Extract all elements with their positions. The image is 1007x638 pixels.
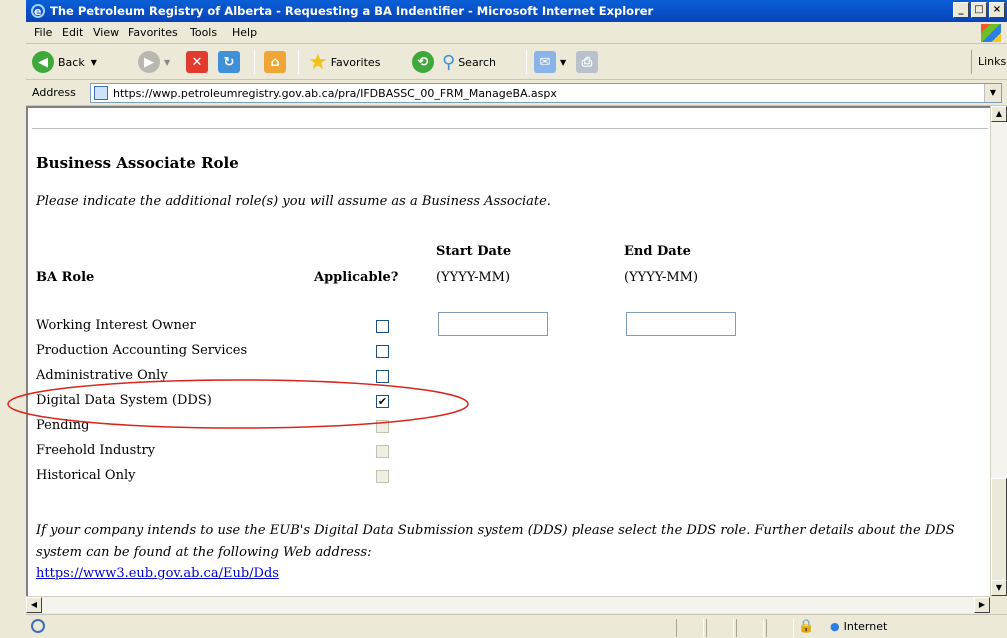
role-label-working-interest-owner: Working Interest Owner	[36, 318, 196, 333]
role-checkbox-historical-only	[376, 470, 389, 483]
address-label: Address	[32, 86, 76, 99]
mail-button[interactable]: ✉ ▼	[534, 50, 566, 74]
page-status-icon	[30, 618, 46, 634]
menu-tools[interactable]: Tools	[190, 26, 217, 39]
start-date-input[interactable]	[438, 312, 548, 336]
refresh-button[interactable]: ↻	[218, 50, 244, 74]
history-button[interactable]: ⟲	[412, 50, 438, 74]
back-label: Back	[58, 55, 85, 69]
role-label-administrative-only: Administrative Only	[36, 368, 168, 383]
address-input[interactable]: https://wwp.petroleumregistry.gov.ab.ca/…	[90, 83, 1002, 103]
favorites-button[interactable]: ★ Favorites	[308, 49, 381, 75]
print-button[interactable]: ⎙	[576, 50, 602, 74]
address-dropdown-icon[interactable]: ▼	[984, 84, 1001, 102]
toolbar-separator	[298, 50, 299, 74]
globe-icon: ●	[830, 620, 840, 633]
forward-button[interactable]: ▶ ▼	[138, 50, 170, 74]
title-bar[interactable]: e The Petroleum Registry of Alberta - Re…	[26, 0, 1007, 22]
maximize-button[interactable]: □	[971, 2, 987, 18]
toolbar-separator	[526, 50, 527, 74]
search-icon: ⚲	[442, 51, 456, 73]
scroll-right-icon[interactable]: ▶	[974, 597, 990, 613]
forward-dropdown-icon[interactable]: ▼	[164, 58, 170, 67]
dds-link[interactable]: https://www3.eub.gov.ab.ca/Eub/Dds	[36, 566, 279, 581]
scroll-thumb[interactable]	[991, 478, 1007, 586]
search-button[interactable]: ⚲ Search	[442, 50, 496, 74]
page-heading: Business Associate Role	[36, 154, 239, 172]
windows-logo-icon	[981, 24, 1001, 42]
security-zone: ● Internet	[830, 620, 887, 633]
scroll-down-icon[interactable]: ▼	[991, 580, 1007, 596]
ba-role-header: BA Role	[36, 270, 95, 285]
role-label-production-accounting: Production Accounting Services	[36, 343, 248, 358]
intro-text: Please indicate the additional role(s) y…	[36, 194, 551, 209]
divider	[32, 128, 988, 130]
resize-grip[interactable]	[990, 596, 1007, 613]
zone-label: Internet	[843, 620, 888, 633]
toolbar: ◀ Back ▼ ▶ ▼ ✕ ↻ ⌂ ★ Favorites ⟲ ⚲ Searc…	[26, 44, 1007, 80]
role-label-pending: Pending	[36, 418, 90, 433]
svg-text:e: e	[34, 5, 41, 18]
role-label-freehold-industry: Freehold Industry	[36, 443, 156, 458]
page-icon	[94, 86, 108, 100]
status-panel	[736, 619, 764, 637]
role-label-historical-only: Historical Only	[36, 468, 136, 483]
role-checkbox-production-accounting[interactable]	[376, 345, 389, 358]
mail-icon: ✉	[534, 51, 556, 73]
home-button[interactable]: ⌂	[264, 50, 290, 74]
end-date-input[interactable]	[626, 312, 736, 336]
forward-arrow-icon: ▶	[138, 51, 160, 73]
role-checkbox-pending	[376, 420, 389, 433]
back-dropdown-icon[interactable]: ▼	[91, 58, 97, 67]
toolbar-separator	[254, 50, 255, 74]
back-arrow-icon: ◀	[32, 51, 54, 73]
stop-icon: ✕	[186, 51, 208, 73]
scroll-left-icon[interactable]: ◀	[26, 597, 42, 613]
role-label-dds: Digital Data System (DDS)	[36, 393, 212, 408]
stop-button[interactable]: ✕	[186, 50, 212, 74]
favorites-star-icon: ★	[308, 49, 328, 75]
role-checkbox-working-interest-owner[interactable]	[376, 320, 389, 333]
menu-bar: File Edit View Favorites Tools Help	[26, 22, 1007, 44]
address-url: https://wwp.petroleumregistry.gov.ab.ca/…	[113, 87, 557, 100]
role-checkbox-dds[interactable]: ✔	[376, 395, 389, 408]
menu-favorites[interactable]: Favorites	[128, 26, 178, 39]
favorites-label: Favorites	[330, 55, 381, 69]
status-bar: 🔒 ● Internet	[26, 614, 1007, 638]
refresh-icon: ↻	[218, 51, 240, 73]
menu-edit[interactable]: Edit	[62, 26, 83, 39]
start-date-header: Start Date	[436, 244, 512, 259]
history-icon: ⟲	[412, 51, 434, 73]
status-panel	[706, 619, 734, 637]
links-toolbar[interactable]: Links	[971, 50, 1007, 74]
home-icon: ⌂	[264, 51, 286, 73]
status-panel	[676, 619, 704, 637]
page-content: Business Associate Role Please indicate …	[26, 106, 990, 596]
lock-icon: 🔒	[798, 619, 815, 634]
close-button[interactable]: ×	[989, 2, 1005, 18]
end-date-header: End Date	[624, 244, 691, 259]
back-button[interactable]: ◀ Back ▼	[32, 50, 97, 74]
vertical-scrollbar[interactable]: ▲ ▼	[990, 106, 1007, 596]
start-date-format: (YYYY-MM)	[436, 270, 511, 285]
menu-view[interactable]: View	[93, 26, 119, 39]
applicable-header: Applicable?	[314, 270, 399, 285]
menu-file[interactable]: File	[34, 26, 52, 39]
print-icon: ⎙	[576, 51, 598, 73]
dds-info-text: If your company intends to use the EUB's…	[36, 523, 955, 560]
role-checkbox-administrative-only[interactable]	[376, 370, 389, 383]
minimize-button[interactable]: _	[953, 2, 969, 18]
search-label: Search	[458, 55, 496, 69]
status-panel	[766, 619, 794, 637]
address-bar: Address https://wwp.petroleumregistry.go…	[26, 80, 1007, 106]
menu-help[interactable]: Help	[232, 26, 257, 39]
ie-icon: e	[30, 3, 46, 19]
scroll-up-icon[interactable]: ▲	[991, 106, 1007, 122]
mail-dropdown-icon[interactable]: ▼	[560, 58, 566, 67]
horizontal-scrollbar[interactable]: ◀ ▶	[26, 596, 990, 613]
end-date-format: (YYYY-MM)	[624, 270, 699, 285]
role-checkbox-freehold-industry	[376, 445, 389, 458]
window-title: The Petroleum Registry of Alberta - Requ…	[50, 4, 654, 18]
